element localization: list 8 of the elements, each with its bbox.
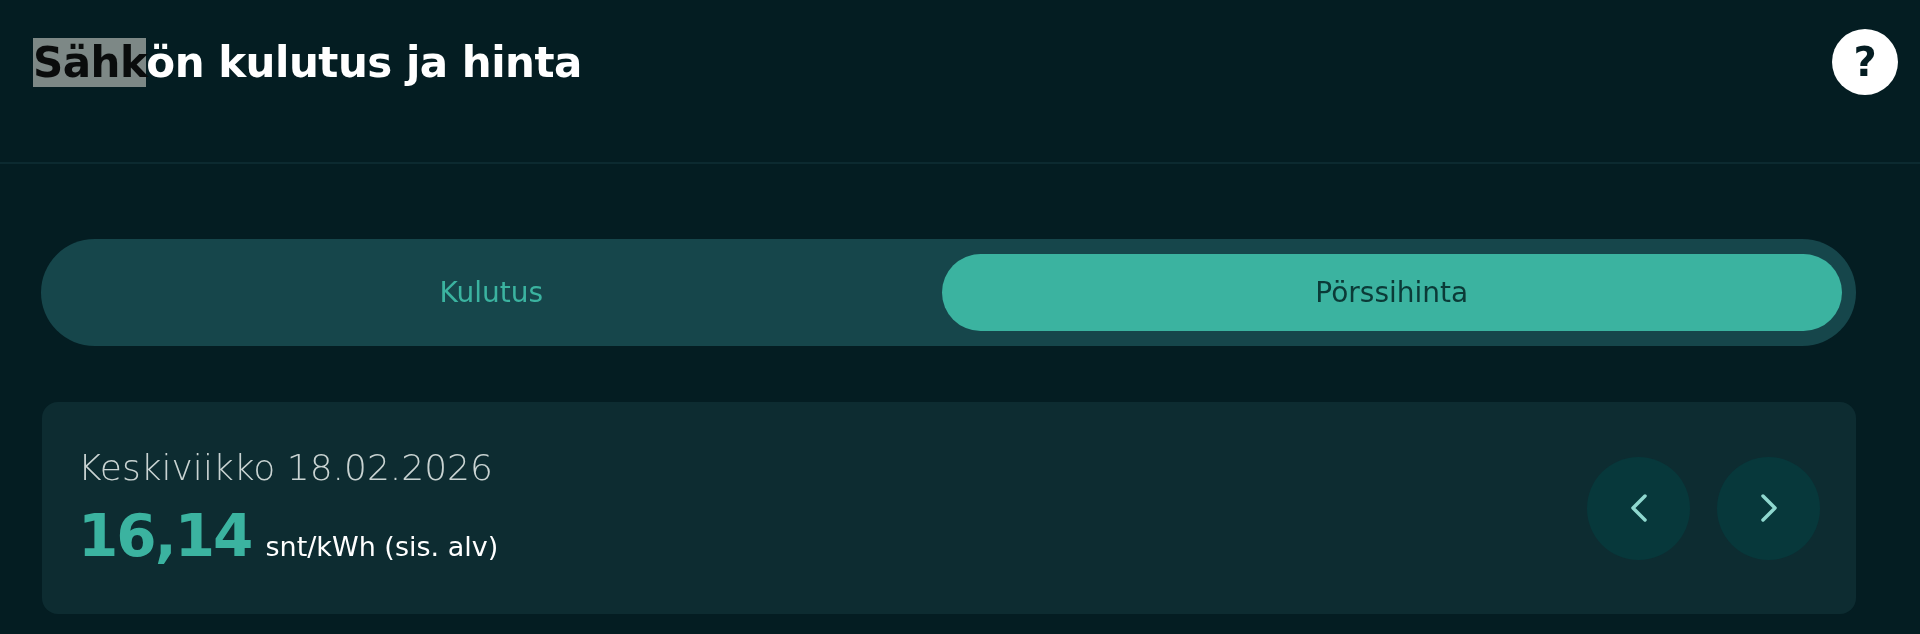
tab[interactable]: Pörssihinta bbox=[941, 254, 1842, 331]
chevron-left-icon bbox=[1629, 493, 1648, 523]
help-button[interactable]: ? bbox=[1832, 29, 1898, 95]
tab[interactable]: Kulutus bbox=[41, 254, 942, 331]
price-unit: snt/kWh (sis. alv) bbox=[265, 530, 499, 562]
chevron-right-icon bbox=[1759, 493, 1778, 523]
date-label: Keskiviikko 18.02.2026 bbox=[78, 446, 494, 488]
price-value: 16,14 bbox=[78, 501, 252, 570]
